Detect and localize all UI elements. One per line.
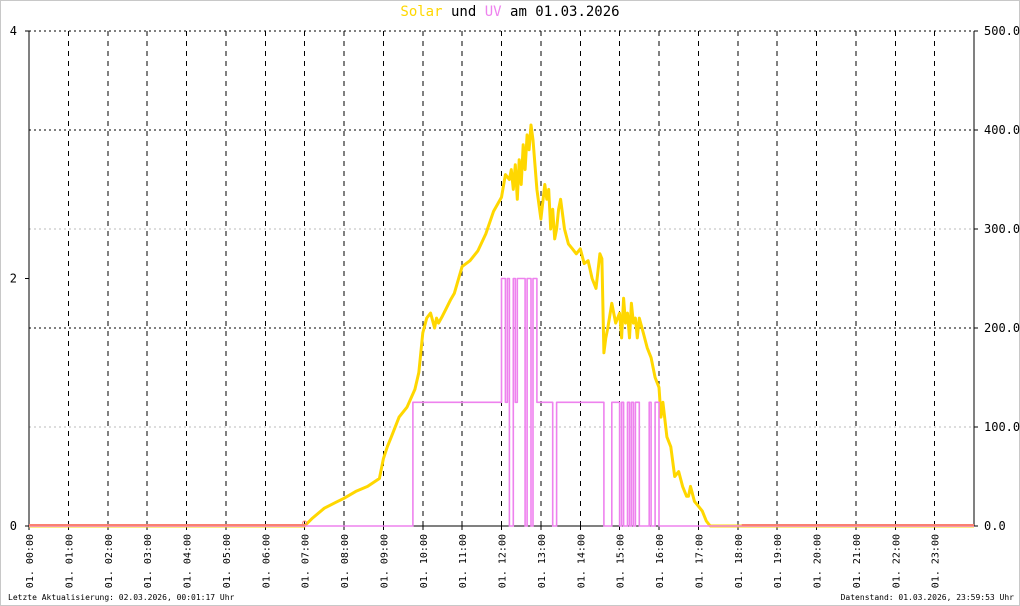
right-tick-label: 400.0 [984, 123, 1020, 137]
x-tick-label: 01. 15:00 [616, 534, 627, 588]
right-tick-label: 200.0 [984, 321, 1020, 335]
right-tick-label: 300.0 [984, 222, 1020, 236]
footer-data-status: Datenstand: 01.03.2026, 23:59:53 Uhr [840, 593, 1014, 602]
x-tick-label: 01. 01:00 [64, 534, 75, 588]
x-tick-label: 01. 14:00 [576, 534, 587, 588]
x-tick-label: 01. 23:00 [931, 534, 942, 588]
x-tick-label: 01. 19:00 [773, 534, 784, 588]
x-tick-label: 01. 08:00 [340, 534, 351, 588]
x-tick-label: 01. 06:00 [261, 534, 272, 588]
x-tick-label: 01. 00:00 [25, 534, 36, 588]
x-tick-label: 01. 21:00 [852, 534, 863, 588]
x-tick-label: 01. 07:00 [301, 534, 312, 588]
right-tick-label: 500.0 [984, 24, 1020, 38]
x-tick-label: 01. 03:00 [143, 534, 154, 588]
x-tick-label: 01. 04:00 [183, 534, 194, 588]
x-tick-label: 01. 09:00 [379, 534, 390, 588]
left-tick-label: 2 [10, 272, 17, 286]
x-tick-label: 01. 10:00 [419, 534, 430, 588]
x-tick-label: 01. 11:00 [458, 534, 469, 588]
right-tick-label: 100.0 [984, 420, 1020, 434]
x-tick-label: 01. 20:00 [813, 534, 824, 588]
x-tick-label: 01. 22:00 [891, 534, 902, 588]
left-tick-label: 4 [10, 24, 17, 38]
x-tick-label: 01. 13:00 [537, 534, 548, 588]
x-tick-label: 01. 16:00 [655, 534, 666, 588]
x-tick-label: 01. 17:00 [694, 534, 705, 588]
solar-uv-chart: 0 2 4 0.0 100.0 200.0 300.0 400.0 500.0 01. 00:00… [10, 24, 1020, 588]
footer-last-update: Letzte Aktualisierung: 02.03.2026, 00:01… [8, 593, 235, 602]
left-tick-label: 0 [10, 519, 17, 533]
x-tick-label: 01. 05:00 [222, 534, 233, 588]
x-tick-label: 01. 12:00 [498, 534, 509, 588]
right-tick-label: 0.0 [984, 519, 1006, 533]
x-tick-label: 01. 02:00 [104, 534, 115, 588]
x-tick-label: 01. 18:00 [734, 534, 745, 588]
